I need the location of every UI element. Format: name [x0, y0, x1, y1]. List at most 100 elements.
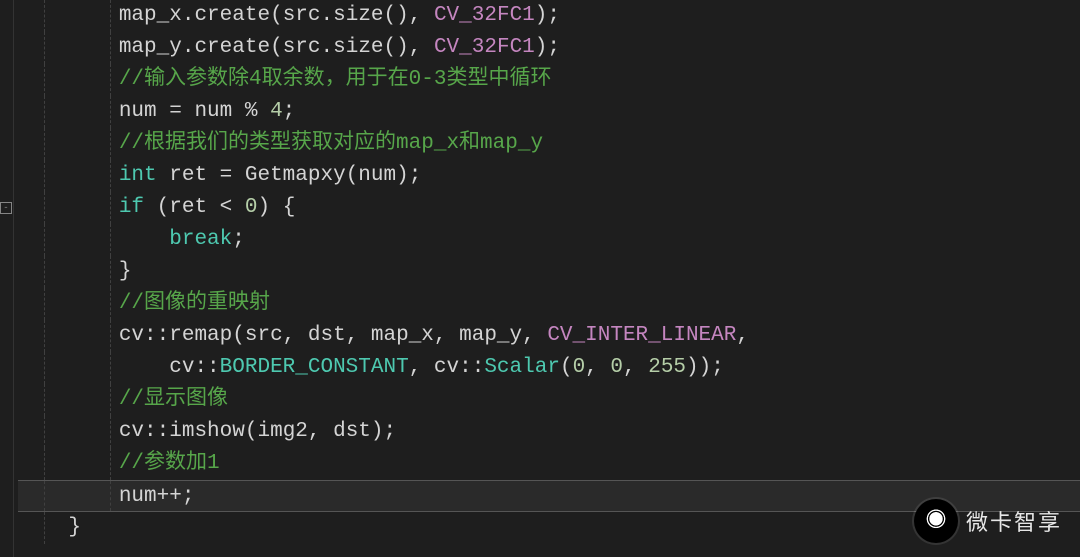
token-macro: CV_INTER_LINEAR	[547, 324, 736, 347]
code-line[interactable]: //参数加1	[18, 448, 1080, 480]
code-text: //输入参数除4取余数，用于在0-3类型中循环	[18, 68, 551, 91]
token-default: ret <	[169, 196, 245, 219]
token-comment: //输入参数除4取余数，用于在0-3类型中循环	[119, 68, 552, 91]
token-keyword: if	[119, 196, 144, 219]
code-line[interactable]: map_y.create(src.size(), CV_32FC1);	[18, 32, 1080, 64]
code-line[interactable]: cv::remap(src, dst, map_x, map_y, CV_INT…	[18, 320, 1080, 352]
code-line[interactable]: if (ret < 0) {	[18, 192, 1080, 224]
code-text: break;	[18, 228, 245, 251]
code-text: map_x.create(src.size(), CV_32FC1);	[18, 4, 560, 27]
code-text: //根据我们的类型获取对应的map_x和map_y	[18, 132, 543, 155]
code-text: int ret = Getmapxy(num);	[18, 164, 421, 187]
token-func: size	[333, 4, 383, 27]
code-area[interactable]: map_x.create(src.size(), CV_32FC1); map_…	[14, 0, 1080, 557]
code-text: num = num % 4;	[18, 100, 295, 123]
token-punct: (	[270, 4, 283, 27]
token-default: src.	[283, 36, 333, 59]
token-default: cv::	[119, 420, 169, 443]
token-default: map_y.	[119, 36, 195, 59]
code-text: }	[18, 260, 131, 283]
code-editor[interactable]: - map_x.create(src.size(), CV_32FC1); ma…	[0, 0, 1080, 557]
token-number: 0	[573, 356, 586, 379]
token-default: num++	[119, 485, 182, 508]
token-default: src, dst, map_x, map_y,	[245, 324, 547, 347]
code-line[interactable]: //显示图像	[18, 384, 1080, 416]
token-default: img2, dst	[257, 420, 370, 443]
token-punct: );	[396, 164, 421, 187]
token-default: cv::	[119, 324, 169, 347]
code-line[interactable]: break;	[18, 224, 1080, 256]
code-line[interactable]: //图像的重映射	[18, 288, 1080, 320]
code-text: //参数加1	[18, 452, 220, 475]
token-default: map_x.	[119, 4, 195, 27]
token-call: Scalar	[484, 356, 560, 379]
code-line[interactable]: //输入参数除4取余数，用于在0-3类型中循环	[18, 64, 1080, 96]
code-text: if (ret < 0) {	[18, 196, 295, 219]
token-punct: }	[119, 260, 132, 283]
token-punct: ;	[182, 485, 195, 508]
code-line[interactable]: }	[18, 256, 1080, 288]
token-punct: }	[68, 516, 81, 539]
code-line[interactable]: //根据我们的类型获取对应的map_x和map_y	[18, 128, 1080, 160]
token-member: BORDER_CONSTANT	[220, 356, 409, 379]
watermark: 微卡智享	[914, 499, 1062, 543]
token-punct: ) {	[258, 196, 296, 219]
token-comment: //图像的重映射	[119, 292, 270, 315]
token-punct: ,	[623, 356, 648, 379]
token-punct: ,	[409, 356, 434, 379]
token-punct: (	[346, 164, 359, 187]
code-text: }	[18, 516, 81, 539]
token-func: imshow	[169, 420, 245, 443]
token-default: num	[358, 164, 396, 187]
code-text: cv::BORDER_CONSTANT, cv::Scalar(0, 0, 25…	[18, 356, 724, 379]
token-default: cv::	[169, 356, 219, 379]
token-default	[144, 196, 157, 219]
token-punct: (	[270, 36, 283, 59]
token-number: 4	[270, 100, 283, 123]
token-number: 255	[648, 356, 686, 379]
token-punct: (	[232, 324, 245, 347]
code-line[interactable]: int ret = Getmapxy(num);	[18, 160, 1080, 192]
token-func: create	[194, 4, 270, 27]
token-punct: ;	[283, 100, 296, 123]
token-const: CV_32FC1	[434, 36, 535, 59]
token-default: cv::	[434, 356, 484, 379]
code-line[interactable]: num = num % 4;	[18, 96, 1080, 128]
token-const: CV_32FC1	[434, 4, 535, 27]
token-punct: (),	[384, 4, 434, 27]
token-punct: ));	[686, 356, 724, 379]
token-func: remap	[169, 324, 232, 347]
code-text: cv::imshow(img2, dst);	[18, 420, 396, 443]
token-punct: (	[157, 196, 170, 219]
token-default: num = num %	[119, 100, 270, 123]
code-line[interactable]: cv::imshow(img2, dst);	[18, 416, 1080, 448]
token-default: src.	[283, 4, 333, 27]
token-punct: (),	[384, 36, 434, 59]
code-text: map_y.create(src.size(), CV_32FC1);	[18, 36, 560, 59]
token-func: size	[333, 36, 383, 59]
code-text: num++;	[18, 485, 194, 508]
code-text: //显示图像	[18, 388, 228, 411]
token-punct: );	[535, 36, 560, 59]
editor-gutter: -	[0, 0, 14, 557]
token-default: ret =	[157, 164, 245, 187]
code-line[interactable]: map_x.create(src.size(), CV_32FC1);	[18, 0, 1080, 32]
wechat-icon	[914, 499, 958, 543]
token-comment: //显示图像	[119, 388, 228, 411]
token-func: create	[194, 36, 270, 59]
code-text: cv::remap(src, dst, map_x, map_y, CV_INT…	[18, 324, 749, 347]
code-text: //图像的重映射	[18, 292, 270, 315]
token-keyword: break	[169, 228, 232, 251]
fold-marker-icon[interactable]: -	[0, 202, 12, 214]
token-comment: //根据我们的类型获取对应的map_x和map_y	[119, 132, 543, 155]
token-number: 0	[610, 356, 623, 379]
token-punct: ,	[585, 356, 610, 379]
watermark-text: 微卡智享	[966, 505, 1062, 537]
token-comment: //参数加1	[119, 452, 220, 475]
token-punct: );	[371, 420, 396, 443]
code-line[interactable]: cv::BORDER_CONSTANT, cv::Scalar(0, 0, 25…	[18, 352, 1080, 384]
token-punct: (	[245, 420, 258, 443]
token-punct: (	[560, 356, 573, 379]
token-punct: ;	[232, 228, 245, 251]
token-keyword: int	[119, 164, 157, 187]
